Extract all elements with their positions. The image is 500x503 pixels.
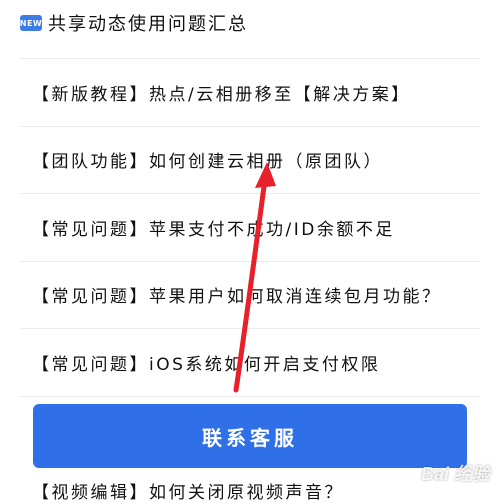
list-item-label: 【常见问题】苹果支付不成功/ID余额不足: [32, 219, 395, 240]
list-item-label: 【团队功能】如何创建云相册（原团队）: [32, 152, 383, 173]
list-item[interactable]: 【新版教程】热点/云相册移至【解决方案】: [20, 58, 480, 127]
contact-support-button[interactable]: 联系客服: [33, 404, 467, 468]
faq-list: 【新版教程】热点/云相册移至【解决方案】 【团队功能】如何创建云相册（原团队） …: [0, 58, 500, 397]
list-item-label: 【常见问题】iOS系统如何开启支付权限: [32, 354, 381, 375]
new-badge-icon: NEW: [20, 15, 42, 31]
section-header: NEW 共享动态使用问题汇总: [20, 8, 248, 38]
list-item[interactable]: 【常见问题】iOS系统如何开启支付权限: [20, 329, 480, 397]
section-title: 共享动态使用问题汇总: [48, 14, 248, 35]
list-item-label: 【新版教程】热点/云相册移至【解决方案】: [32, 84, 411, 105]
list-item[interactable]: 【视频编辑】如何关闭原视频声音？: [32, 478, 344, 503]
list-item[interactable]: 【常见问题】苹果支付不成功/ID余额不足: [20, 194, 480, 262]
list-item[interactable]: 【常见问题】苹果用户如何取消连续包月功能？: [20, 262, 480, 329]
list-item-label: 【常见问题】苹果用户如何取消连续包月功能？: [32, 287, 442, 308]
list-item[interactable]: 【团队功能】如何创建云相册（原团队）: [20, 127, 480, 194]
watermark-logo: Bai 经验: [420, 464, 490, 484]
